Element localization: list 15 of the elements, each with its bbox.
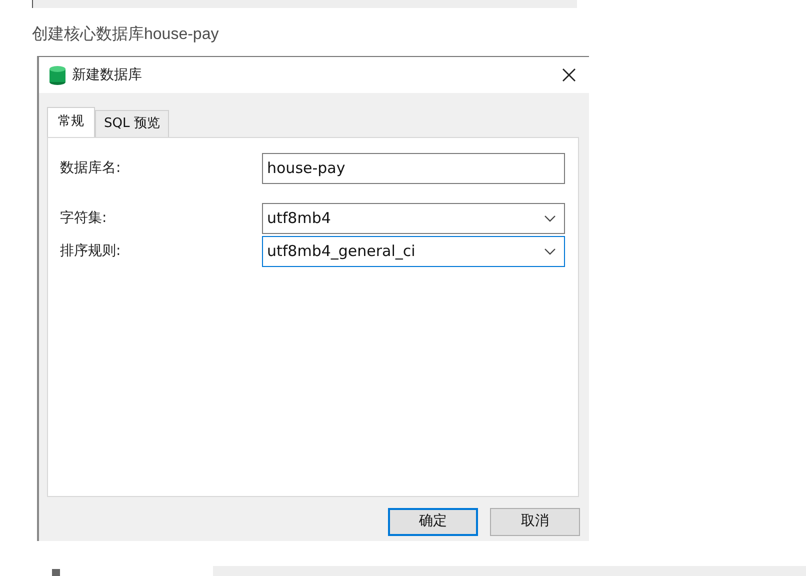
chevron-down-icon xyxy=(544,215,556,222)
dropdown[interactable]: utf8mb4 xyxy=(262,203,565,234)
chevron-down-icon xyxy=(544,248,556,255)
dialog-title: 新建数据库 xyxy=(72,66,142,84)
dropdown[interactable]: utf8mb4_general_ci xyxy=(262,236,565,267)
field-label: 字符集: xyxy=(60,209,108,228)
input-field[interactable]: house-pay xyxy=(262,153,565,184)
paragraph: 创建核心数据库house-pay xyxy=(32,25,220,45)
database-icon xyxy=(49,66,66,84)
tab[interactable]: 常规 xyxy=(47,107,95,136)
dialog-button[interactable]: 确定 xyxy=(388,508,478,536)
field-label: 数据库名: xyxy=(60,159,122,178)
field-label: 排序规则: xyxy=(60,242,122,261)
tab[interactable]: SQL 预览 xyxy=(95,110,169,136)
dialog-button[interactable]: 取消 xyxy=(490,508,580,536)
